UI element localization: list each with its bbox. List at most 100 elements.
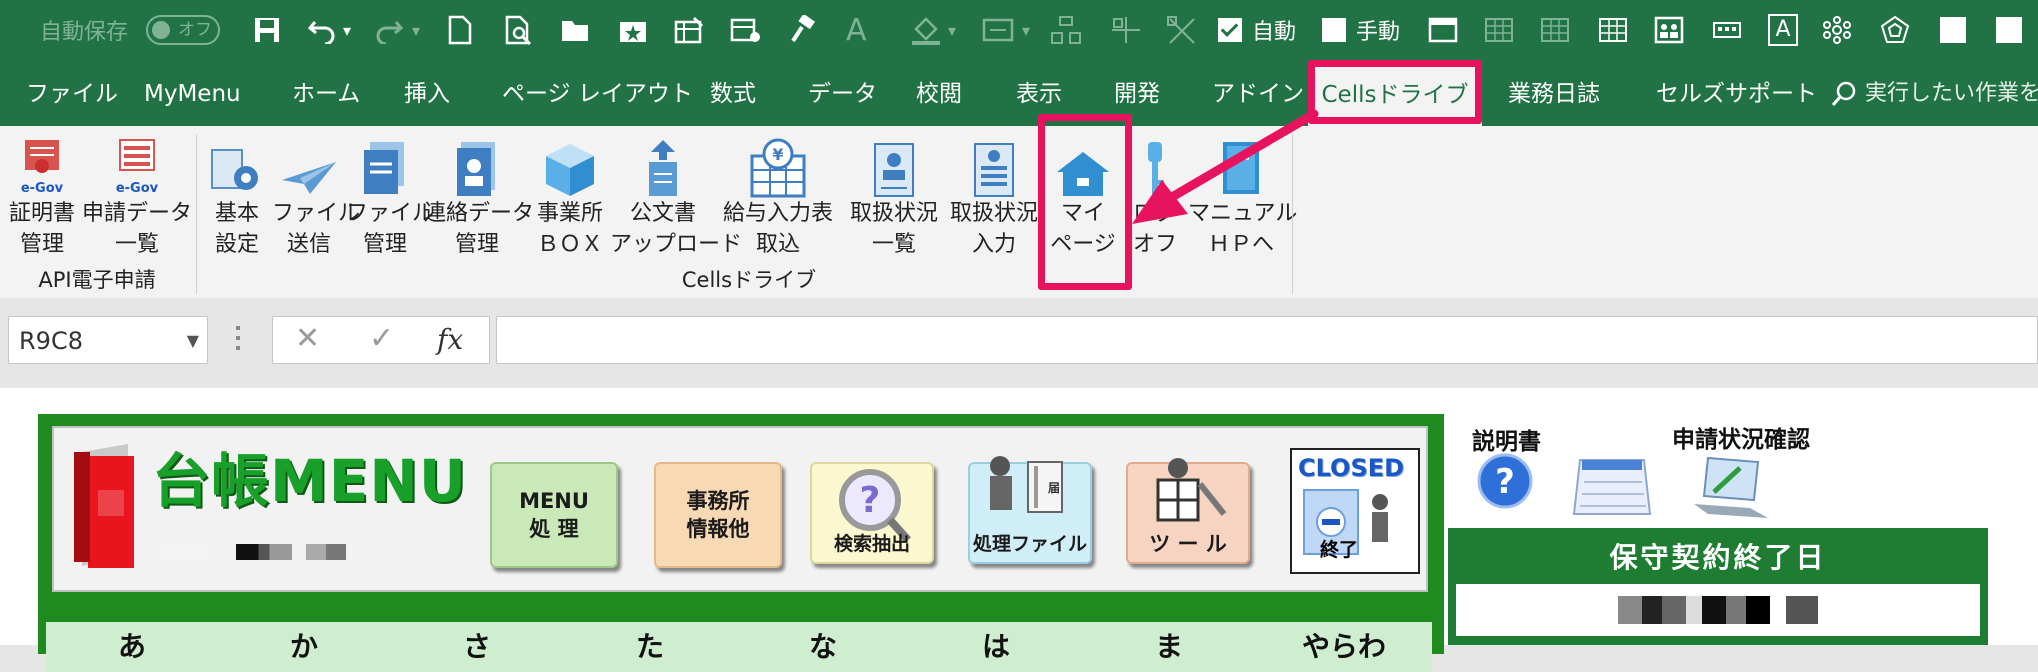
autosave-state: オフ [178, 20, 212, 40]
contract-end-date-field[interactable] [1456, 584, 1980, 636]
tab-home[interactable]: ホーム [292, 62, 360, 126]
kana-tab-ka[interactable]: か [218, 622, 391, 672]
file-manage-button[interactable]: ファイル 管理 [346, 126, 434, 276]
text-style-icon[interactable]: A [1768, 10, 1798, 50]
ledger-menu-panel: 台帳MENU MENU処 理 事務所情報他 ? 検索抽出 届 処理ファイル [38, 414, 1444, 672]
tab-work-diary[interactable]: 業務日誌 [1508, 62, 1600, 126]
font-color-icon: A [846, 12, 867, 48]
contact-data-manage-button[interactable]: 連絡データ 管理 [424, 126, 534, 276]
tab-mymenu[interactable]: MyMenu [144, 62, 241, 126]
autosave-toggle[interactable]: オフ [146, 10, 220, 50]
calendar-icon[interactable] [1570, 454, 1654, 524]
snowflake-icon[interactable] [1822, 10, 1852, 50]
name-box[interactable]: R9C8 ▼ [8, 316, 208, 364]
office-box-button[interactable]: 事業所 ＢＯＸ [530, 126, 610, 276]
kana-tab-yarawa[interactable]: やらわ [1256, 622, 1432, 672]
certificate-icon: e-Gov [2, 126, 82, 198]
table-icon[interactable] [1598, 10, 1628, 50]
fill-dropdown-icon: ▾ [948, 20, 957, 40]
kana-tab-a[interactable]: あ [46, 622, 219, 672]
contacts-icon[interactable] [1654, 10, 1684, 50]
close-end-button[interactable]: CLOSED 終了 [1290, 448, 1420, 574]
sheet-settings-icon[interactable] [730, 10, 762, 50]
tell-me-text: 実行したい作業を [1865, 81, 2038, 106]
tab-page-layout[interactable]: ページ レイアウト [502, 62, 693, 126]
svg-text:?: ? [860, 480, 881, 521]
search-extract-button[interactable]: ? 検索抽出 [810, 462, 934, 564]
redo-dropdown-icon: ▾ [412, 20, 421, 40]
print-preview-icon[interactable] [505, 10, 533, 50]
auto-calc-checkbox[interactable] [1218, 10, 1242, 50]
formula-bar: R9C8 ▼ ✕ ✓ fx [0, 298, 2038, 382]
contact-card-icon [424, 126, 530, 198]
tab-insert[interactable]: 挿入 [404, 62, 450, 126]
insert-function-icon[interactable]: fx [437, 323, 463, 356]
kana-tab-ta[interactable]: た [564, 622, 737, 672]
worksheet-area: 台帳MENU MENU処 理 事務所情報他 ? 検索抽出 届 処理ファイル [0, 388, 2038, 672]
tab-formulas[interactable]: 数式 [710, 62, 756, 126]
white-square-icon[interactable] [1940, 10, 1966, 50]
tools-button[interactable]: ツ ー ル [1126, 458, 1250, 564]
application-data-list-button[interactable]: e-Gov 申請データ 一覧 [82, 126, 192, 276]
file-send-button[interactable]: ファイル 送信 [272, 126, 360, 276]
tab-data[interactable]: データ [808, 62, 877, 126]
tab-review[interactable]: 校閲 [916, 62, 962, 126]
chevron-down-icon[interactable]: ▼ [187, 317, 199, 365]
handling-status-list-button[interactable]: 取扱状況 一覧 [844, 126, 944, 276]
kana-tab-ha[interactable]: は [910, 622, 1083, 672]
redo-icon [372, 10, 406, 50]
kana-tab-sa[interactable]: さ [390, 622, 565, 672]
toolbox-icon [1156, 458, 1227, 522]
grid-icon-2 [1540, 10, 1570, 50]
title-bar: 自動保存 オフ ▾ ▾ A ▾ ▾ 自動 手動 A [0, 0, 2038, 62]
sheet-edit-icon[interactable] [674, 10, 704, 50]
formula-input[interactable] [496, 316, 2038, 364]
help-question-icon[interactable]: ? [1476, 452, 1534, 510]
window-icon[interactable] [1428, 10, 1458, 50]
application-status-label: 申請状況確認 [1672, 427, 1810, 453]
handling-status-input-button[interactable]: 取扱状況 入力 [944, 126, 1044, 276]
basic-settings-button[interactable]: 基本 設定 [204, 126, 270, 276]
manual-calc-checkbox[interactable] [1322, 10, 1346, 50]
menu-process-button[interactable]: MENU 処 理 [490, 462, 618, 568]
confirm-icon[interactable]: ✓ [369, 321, 394, 356]
tell-me-box[interactable]: 実行したい作業を [1830, 62, 2038, 126]
open-folder-icon[interactable] [560, 10, 592, 50]
processing-file-button[interactable]: 届 処理ファイル [968, 456, 1092, 564]
radar-chart-icon[interactable] [1880, 10, 1910, 50]
fill-color-icon [910, 10, 942, 50]
group-label-api: API電子申請 [38, 268, 156, 292]
group-shape-icon [1110, 10, 1142, 50]
save-icon[interactable] [250, 10, 284, 50]
salary-input-import-button[interactable]: ¥ 給与入力表 取込 [716, 126, 840, 276]
paper-plane-icon [272, 126, 346, 198]
office-info-button[interactable]: 事務所 情報他 [654, 462, 782, 568]
keyboard-icon[interactable] [1712, 10, 1742, 50]
manual-label: 説明書 [1472, 429, 1541, 455]
white-square-icon-2[interactable] [1996, 10, 2022, 50]
kana-tab-ma[interactable]: ま [1082, 622, 1257, 672]
ribbon-tab-bar: ファイル MyMenu ホーム 挿入 ページ レイアウト 数式 データ 校閲 表… [0, 62, 2038, 126]
redacted-info [164, 542, 346, 562]
svg-text:届: 届 [1048, 481, 1060, 495]
star-folder-icon[interactable] [618, 10, 648, 50]
tab-file[interactable]: ファイル [26, 62, 118, 126]
cancel-icon[interactable]: ✕ [295, 321, 320, 356]
svg-text:e-Gov: e-Gov [21, 181, 64, 196]
formula-bar-grip-icon[interactable] [236, 326, 240, 354]
group-separator [196, 134, 197, 294]
auto-calc-label: 自動 [1252, 20, 1297, 45]
format-painter-icon[interactable] [788, 10, 816, 50]
undo-icon[interactable] [305, 10, 339, 50]
grid-icon-1 [1484, 10, 1514, 50]
certificate-manage-button[interactable]: e-Gov 証明書 管理 [2, 126, 82, 276]
laptop-status-icon[interactable] [1688, 452, 1774, 522]
official-document-upload-button[interactable]: 公文書 アップロード [610, 126, 742, 276]
tab-cells-support[interactable]: セルズサポート [1656, 62, 1817, 126]
kana-tab-na[interactable]: な [736, 622, 911, 672]
new-file-icon[interactable] [448, 10, 472, 50]
undo-dropdown-icon[interactable]: ▾ [343, 10, 351, 50]
person-binder-icon: 届 [990, 456, 1063, 513]
redacted-date [1618, 596, 1818, 624]
ungroup-shape-icon [1166, 10, 1198, 50]
